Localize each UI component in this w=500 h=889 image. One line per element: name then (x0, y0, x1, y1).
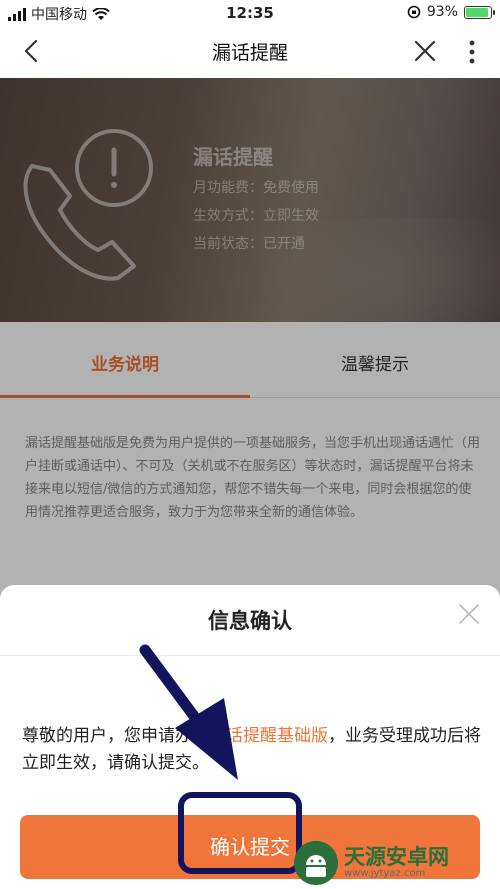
annotation-highlight-box (178, 792, 302, 874)
android-logo-icon (294, 841, 338, 885)
dialog-close-icon[interactable] (458, 603, 480, 625)
dialog-title: 信息确认 (0, 605, 500, 635)
nav-bar: 漏话提醒 (0, 26, 500, 78)
orientation-lock-icon (407, 5, 421, 19)
battery-fill (466, 8, 488, 17)
battery-percent: 93% (427, 4, 458, 20)
watermark-text: 天源安卓网 (344, 841, 449, 871)
battery-icon (464, 6, 492, 19)
close-icon[interactable] (412, 38, 438, 64)
status-bar: 中国移动 12:35 93% (0, 0, 500, 26)
watermark-url: www.jytyaz.com (344, 868, 425, 879)
more-options-icon[interactable] (466, 38, 478, 66)
annotation-arrow-icon (120, 640, 260, 790)
watermark: 天源安卓网 www.jytyaz.com (294, 841, 494, 885)
status-right: 93% (407, 4, 492, 20)
